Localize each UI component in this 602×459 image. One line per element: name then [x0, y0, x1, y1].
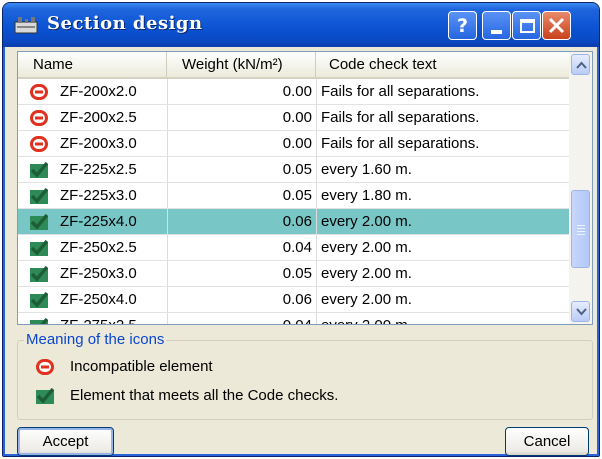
column-header-name[interactable]: Name	[18, 52, 167, 77]
row-code-check: Fails for all separations.	[316, 79, 569, 105]
scroll-up-button[interactable]	[571, 54, 590, 75]
row-name-cell: ZF-225x3.0	[18, 183, 167, 209]
row-weight: 0.00	[167, 79, 316, 105]
thumb-grip	[577, 225, 585, 226]
table-row[interactable]: ZF-200x2.0 0.00 Fails for all separations.	[18, 79, 569, 105]
row-weight: 0.00	[167, 105, 316, 131]
row-name: ZF-200x3.0	[60, 135, 137, 152]
minimize-icon	[491, 30, 502, 34]
legend-text-check: Element that meets all the Code checks.	[70, 387, 339, 404]
chevron-up-icon	[576, 61, 587, 69]
row-name-cell: ZF-250x2.5	[18, 235, 167, 261]
minimize-button[interactable]	[482, 11, 511, 40]
list-rows: ZF-200x2.0 0.00 Fails for all separations.…	[18, 79, 569, 324]
row-weight: 0.04	[167, 235, 316, 261]
icon-legend-group: Meaning of the icons Incompatible elemen…	[17, 331, 593, 420]
table-row[interactable]: ZF-200x2.5 0.00 Fails for all separations.	[18, 105, 569, 131]
accept-button[interactable]: Accept	[17, 427, 114, 456]
table-row[interactable]: ZF-225x4.0 0.06 every 2.00 m.	[18, 209, 569, 235]
close-icon	[548, 17, 565, 34]
row-name: ZF-200x2.5	[60, 109, 137, 126]
table-row[interactable]: ZF-275x2.5 0.04every 2.00 m.	[18, 313, 569, 324]
row-name: ZF-275x2.5	[60, 313, 137, 324]
row-name-cell: ZF-275x2.5	[18, 313, 167, 324]
row-name-cell: ZF-225x4.0	[18, 209, 167, 235]
check-icon	[30, 292, 48, 308]
check-icon	[30, 214, 48, 230]
row-weight: 0.00	[167, 131, 316, 157]
list-header: Name Weight (kN/m²) Code check text	[18, 52, 569, 79]
column-header-code-check[interactable]: Code check text	[316, 52, 569, 77]
row-name-cell: ZF-225x2.5	[18, 157, 167, 183]
sections-list[interactable]: Name Weight (kN/m²) Code check text ZF-2…	[17, 51, 593, 325]
table-row[interactable]: ZF-225x3.0 0.05 every 1.80 m.	[18, 183, 569, 209]
row-name: ZF-250x2.5	[60, 239, 137, 256]
check-icon	[30, 240, 48, 256]
vertical-scrollbar[interactable]	[569, 52, 592, 324]
chevron-down-icon	[576, 308, 587, 316]
row-code-check: every 1.60 m.	[316, 157, 569, 183]
scroll-down-button[interactable]	[571, 301, 590, 322]
row-weight: 0.05	[167, 183, 316, 209]
scroll-thumb[interactable]	[571, 190, 590, 268]
row-code-check: every 2.00 m.	[316, 261, 569, 287]
row-weight: 0.06	[167, 287, 316, 313]
row-code-check: every 2.00 m.	[316, 287, 569, 313]
incompatible-icon	[30, 110, 48, 126]
table-row[interactable]: ZF-225x2.5 0.05 every 1.60 m.	[18, 157, 569, 183]
row-name: ZF-250x4.0	[60, 291, 137, 308]
row-name-cell: ZF-250x4.0	[18, 287, 167, 313]
incompatible-icon	[36, 359, 54, 375]
row-name-cell: ZF-200x3.0	[18, 131, 167, 157]
legend-title: Meaning of the icons	[24, 331, 167, 349]
maximize-button[interactable]	[512, 11, 541, 40]
table-row[interactable]: ZF-250x4.0 0.06 every 2.00 m.	[18, 287, 569, 313]
legend-text-incompatible: Incompatible element	[70, 358, 213, 375]
table-row[interactable]: ZF-250x2.5 0.04 every 2.00 m.	[18, 235, 569, 261]
help-icon: ?	[456, 15, 469, 37]
incompatible-icon	[30, 136, 48, 152]
maximize-icon	[520, 19, 535, 33]
row-code-check: Fails for all separations.	[316, 105, 569, 131]
row-code-check: every 2.00 m.	[316, 313, 569, 324]
thumb-grip	[577, 231, 585, 232]
row-name-cell: ZF-200x2.0	[18, 79, 167, 105]
check-icon	[30, 318, 48, 324]
thumb-grip	[577, 234, 585, 235]
check-icon	[30, 162, 48, 178]
thumb-grip	[577, 228, 585, 229]
check-icon	[30, 188, 48, 204]
window-title: Section design	[47, 13, 203, 34]
row-name-cell: ZF-250x3.0	[18, 261, 167, 287]
row-code-check: Fails for all separations.	[316, 131, 569, 157]
row-code-check: every 2.00 m.	[316, 235, 569, 261]
title-bar[interactable]: Section design ?	[3, 3, 599, 47]
row-name: ZF-225x2.5	[60, 161, 137, 178]
row-code-check: every 2.00 m.	[316, 209, 569, 235]
check-icon	[36, 388, 54, 404]
row-name: ZF-200x2.0	[60, 83, 137, 100]
row-name-cell: ZF-200x2.5	[18, 105, 167, 131]
app-icon	[14, 17, 38, 34]
row-name: ZF-250x3.0	[60, 265, 137, 282]
close-button[interactable]	[542, 11, 571, 40]
check-icon	[30, 266, 48, 282]
column-header-weight[interactable]: Weight (kN/m²)	[167, 52, 316, 77]
table-row[interactable]: ZF-200x3.0 0.00 Fails for all separations.	[18, 131, 569, 157]
cancel-button[interactable]: Cancel	[505, 427, 589, 456]
row-weight: 0.04	[167, 313, 316, 324]
section-design-dialog: Section design ? Name Weight (kN/m²) Cod…	[2, 2, 600, 457]
help-button[interactable]: ?	[448, 11, 477, 40]
table-row[interactable]: ZF-250x3.0 0.05 every 2.00 m.	[18, 261, 569, 287]
row-weight: 0.06	[167, 209, 316, 235]
row-name: ZF-225x4.0	[60, 213, 137, 230]
row-code-check: every 1.80 m.	[316, 183, 569, 209]
incompatible-icon	[30, 84, 48, 100]
row-name: ZF-225x3.0	[60, 187, 137, 204]
row-weight: 0.05	[167, 261, 316, 287]
row-weight: 0.05	[167, 157, 316, 183]
